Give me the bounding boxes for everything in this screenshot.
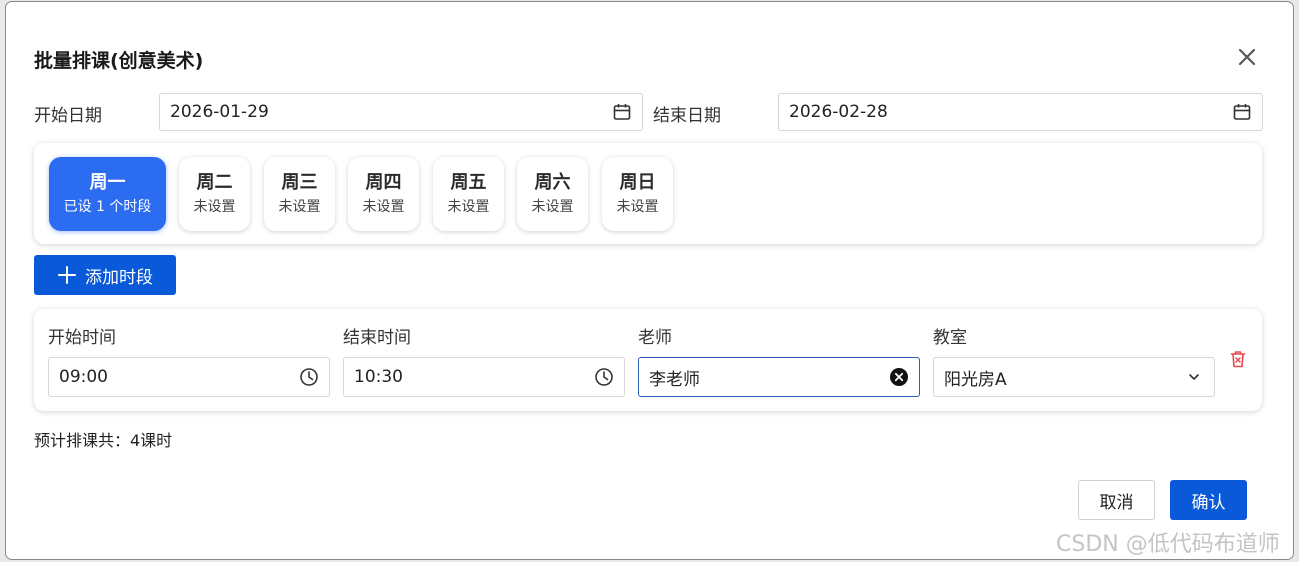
room-value: 阳光房A [944,369,1007,390]
add-slot-label: 添加时段 [85,267,153,288]
weekday-name: 周五 [450,172,487,193]
weekday-status: 未设置 [531,199,574,215]
start-date-value: 2026-01-29 [170,102,269,122]
weekday-tuesday[interactable]: 周二 未设置 [179,157,250,231]
time-slot-card: 开始时间 09:00 结束时间 10:30 老师 李老师 教室 阳光房A [34,309,1262,411]
dialog-title: 批量排课(创意美术) [34,50,204,72]
clock-icon [300,368,318,386]
chevron-down-icon [1189,374,1199,380]
end-time-value: 10:30 [354,367,403,387]
close-button[interactable] [1234,44,1260,70]
room-label: 教室 [933,328,967,348]
end-date-value: 2026-02-28 [789,102,888,122]
end-date-label: 结束日期 [653,106,721,126]
room-select[interactable]: 阳光房A [933,357,1215,397]
weekday-selector: 周一 已设 1 个时段 周二 未设置 周三 未设置 周四 未设置 周五 未设置 … [34,143,1262,244]
start-time-input[interactable]: 09:00 [48,357,330,397]
weekday-name: 周四 [365,172,402,193]
weekday-name: 周一 [89,172,126,193]
start-time-value: 09:00 [59,367,108,387]
weekday-name: 周三 [281,172,318,193]
end-time-label: 结束时间 [343,328,411,348]
teacher-input[interactable]: 李老师 [638,357,920,397]
trash-icon[interactable] [1228,349,1248,369]
weekday-name: 周二 [196,172,233,193]
summary-text: 预计排课共：4课时 [34,431,173,450]
weekday-saturday[interactable]: 周六 未设置 [517,157,588,231]
weekday-friday[interactable]: 周五 未设置 [433,157,504,231]
end-time-input[interactable]: 10:30 [343,357,625,397]
calendar-icon [1233,104,1251,120]
clock-icon [595,368,613,386]
batch-schedule-dialog: 批量排课(创意美术) 开始日期 2026-01-29 结束日期 2026-02-… [6,2,1293,559]
close-icon [1238,48,1256,66]
confirm-button[interactable]: 确认 [1170,480,1247,520]
cancel-button[interactable]: 取消 [1078,480,1155,520]
weekday-status: 已设 1 个时段 [63,199,152,215]
weekday-status: 未设置 [447,199,490,215]
start-time-label: 开始时间 [48,328,116,348]
weekday-name: 周六 [534,172,571,193]
weekday-name: 周日 [619,172,656,193]
weekday-wednesday[interactable]: 周三 未设置 [264,157,335,231]
weekday-sunday[interactable]: 周日 未设置 [602,157,673,231]
weekday-status: 未设置 [616,199,659,215]
start-date-input[interactable]: 2026-01-29 [159,93,643,131]
weekday-monday[interactable]: 周一 已设 1 个时段 [49,157,166,231]
teacher-value: 李老师 [649,369,700,390]
teacher-label: 老师 [638,328,672,348]
end-date-input[interactable]: 2026-02-28 [778,93,1263,131]
start-date-label: 开始日期 [34,106,102,126]
calendar-icon [613,104,631,120]
plus-icon [58,266,76,284]
weekday-thursday[interactable]: 周四 未设置 [348,157,419,231]
add-slot-button[interactable]: 添加时段 [34,255,176,295]
watermark: CSDN @低代码布道师 [1056,532,1280,557]
clear-icon[interactable] [889,367,909,387]
weekday-status: 未设置 [193,199,236,215]
weekday-status: 未设置 [278,199,321,215]
weekday-status: 未设置 [362,199,405,215]
